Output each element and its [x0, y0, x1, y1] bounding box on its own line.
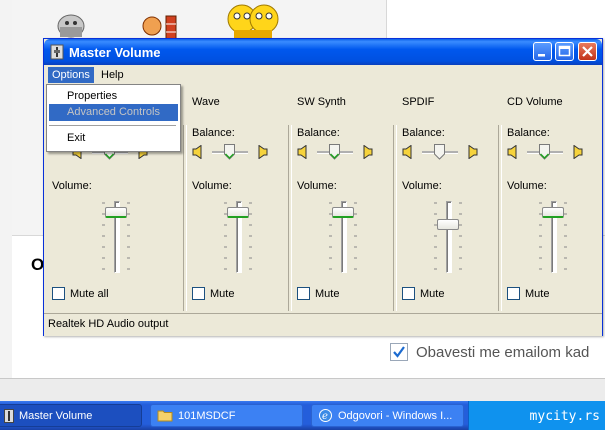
mute-label: Mute: [210, 287, 235, 300]
volume-label: Volume:: [402, 180, 442, 192]
column-separator: [393, 125, 397, 311]
balance-slider-thumb[interactable]: [329, 144, 340, 160]
balance-slider-thumb[interactable]: [224, 144, 235, 160]
taskbar-label: Odgovori - Windows I...: [338, 409, 453, 422]
channel-name: SW Synth: [297, 96, 346, 108]
speaker-left-icon: [507, 145, 517, 159]
volume-slider-thumb[interactable]: [542, 207, 564, 218]
window-title: Master Volume: [69, 45, 161, 60]
balance-slider-thumb[interactable]: [434, 144, 445, 160]
channel-name: Wave: [192, 96, 220, 108]
volume-slider-thumb[interactable]: [105, 207, 127, 218]
mute-label: Mute all: [70, 287, 109, 300]
close-icon: [582, 46, 593, 57]
mute-label: Mute: [525, 287, 550, 300]
speaker-right-icon: [363, 145, 373, 159]
speaker-right-icon: [573, 145, 583, 159]
channel-name: SPDIF: [402, 96, 435, 108]
column-separator: [288, 125, 292, 311]
menu-options[interactable]: Options: [48, 67, 94, 83]
balance-label: Balance:: [297, 127, 340, 139]
speaker-left-icon: [402, 145, 412, 159]
emoticon-icon: [142, 15, 177, 40]
menu-item-exit[interactable]: Exit: [49, 130, 178, 147]
close-button[interactable]: [578, 42, 597, 61]
minimize-button[interactable]: [533, 42, 552, 61]
channel-name: CD Volume: [507, 96, 563, 108]
title-bar[interactable]: Master Volume: [44, 39, 602, 65]
menu-separator: [49, 125, 176, 126]
speaker-right-icon: [258, 145, 268, 159]
internet-explorer-icon: e: [319, 409, 332, 422]
checkbox-box[interactable]: [402, 287, 415, 300]
system-tray: mycity.rs: [468, 401, 605, 430]
options-menu: Properties Advanced Controls Exit: [46, 84, 181, 152]
column-separator: [183, 125, 187, 311]
mute-checkbox[interactable]: Mute: [297, 287, 339, 300]
mute-checkbox[interactable]: Mute: [192, 287, 234, 300]
volume-label: Volume:: [297, 180, 337, 192]
notify-checkbox[interactable]: [390, 343, 408, 361]
status-bar: Realtek HD Audio output: [44, 313, 602, 336]
emoticon-icon: [227, 4, 279, 39]
taskbar-item-folder[interactable]: 101MSDCF: [150, 404, 303, 427]
checkmark-icon: [393, 346, 405, 358]
folder-icon: [157, 410, 173, 422]
balance-label: Balance:: [192, 127, 235, 139]
volume-label: Volume:: [192, 180, 232, 192]
speaker-left-icon: [192, 145, 202, 159]
minimize-icon: [538, 54, 545, 57]
checkbox-box[interactable]: [52, 287, 65, 300]
checkbox-box[interactable]: [297, 287, 310, 300]
checkbox-box[interactable]: [192, 287, 205, 300]
volume-slider-thumb[interactable]: [437, 219, 459, 230]
menu-help[interactable]: Help: [97, 67, 128, 83]
column-separator: [498, 125, 502, 311]
menu-item-advanced-controls[interactable]: Advanced Controls: [49, 104, 178, 121]
volume-label: Volume:: [507, 180, 547, 192]
maximize-icon: [558, 45, 571, 57]
status-text: Realtek HD Audio output: [48, 318, 169, 330]
balance-label: Balance:: [402, 127, 445, 139]
tray-text: mycity.rs: [529, 409, 600, 424]
menu-bar: Options Help: [44, 65, 602, 85]
volume-label: Volume:: [52, 180, 92, 192]
speaker-left-icon: [297, 145, 307, 159]
mute-checkbox[interactable]: Mute all: [52, 287, 109, 300]
taskbar-label: Master Volume: [19, 409, 93, 422]
mute-checkbox[interactable]: Mute: [402, 287, 444, 300]
maximize-button[interactable]: [555, 42, 574, 61]
notify-option[interactable]: Obavesti me emailom kad: [390, 343, 589, 361]
speaker-app-icon: [4, 408, 14, 423]
volume-slider-thumb[interactable]: [332, 207, 354, 218]
speaker-right-icon: [468, 145, 478, 159]
taskbar-label: 101MSDCF: [178, 409, 236, 422]
balance-slider-thumb[interactable]: [539, 144, 550, 160]
mute-label: Mute: [315, 287, 340, 300]
balance-label: Balance:: [507, 127, 550, 139]
volume-slider-thumb[interactable]: [227, 207, 249, 218]
notify-label: Obavesti me emailom kad: [416, 343, 590, 361]
taskbar-item-master-volume[interactable]: Master Volume: [0, 404, 142, 427]
checkbox-box[interactable]: [507, 287, 520, 300]
background-footer-bar: [0, 378, 605, 401]
taskbar-item-browser[interactable]: e Odgovori - Windows I...: [311, 404, 464, 427]
mute-checkbox[interactable]: Mute: [507, 287, 549, 300]
emoticon-icon: [57, 14, 85, 38]
mute-label: Mute: [420, 287, 445, 300]
menu-item-properties[interactable]: Properties: [49, 88, 178, 105]
svg-text:e: e: [322, 411, 328, 422]
master-volume-window: Master Volume Options Help Volume: Mute a…: [43, 38, 603, 336]
speaker-app-icon: [50, 44, 64, 60]
volume-track[interactable]: [446, 201, 452, 273]
